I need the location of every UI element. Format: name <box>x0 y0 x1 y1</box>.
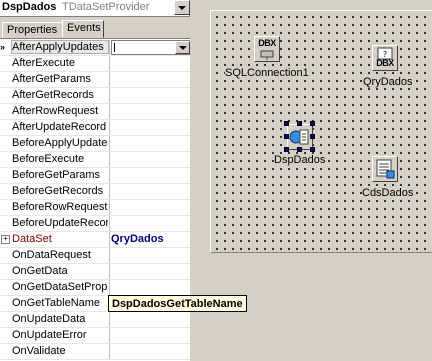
event-name: BeforeExecute <box>12 153 85 165</box>
expand-plus-icon[interactable]: + <box>1 235 10 244</box>
component-name: DspDados <box>2 1 57 13</box>
tab-events[interactable]: Events <box>62 20 104 38</box>
column-divider <box>109 120 110 135</box>
event-name: AfterGetParams <box>12 73 91 85</box>
event-name: AfterApplyUpdates <box>11 40 109 54</box>
event-row[interactable]: OnDataRequest <box>0 248 198 264</box>
form-designer[interactable]: DBX SQLConnection1 ? DBX QryDados DspDad… <box>210 10 432 253</box>
event-row[interactable]: OnUpdateError <box>0 328 198 344</box>
dbx-connection-icon[interactable]: DBX <box>254 36 280 62</box>
event-name: BeforeUpdateRecord <box>12 217 108 229</box>
dataset-grid-icon <box>376 159 395 179</box>
db-cable-icon <box>260 50 274 60</box>
event-name: OnGetData <box>12 265 68 277</box>
column-divider <box>109 280 110 295</box>
selection-handle[interactable] <box>284 134 289 139</box>
event-row[interactable]: OnValidate <box>0 344 198 360</box>
dbx-badge: DBX <box>376 58 394 68</box>
chevron-down-icon <box>178 45 187 50</box>
event-name: AfterRowRequest <box>12 105 99 117</box>
component-type: TDataSetProvider <box>62 1 150 13</box>
selection-handle[interactable] <box>310 147 315 152</box>
client-dataset-icon[interactable] <box>372 156 398 182</box>
provider-glyph-icon <box>289 129 309 145</box>
tab-properties[interactable]: Properties <box>2 22 63 38</box>
event-name: OnUpdateData <box>12 313 86 325</box>
event-name: AfterGetRecords <box>12 89 94 101</box>
event-row[interactable]: BeforeExecute <box>0 152 198 168</box>
event-name: OnGetTableName <box>12 297 101 309</box>
column-divider <box>109 344 110 359</box>
event-name: OnDataRequest <box>12 249 91 261</box>
column-divider <box>109 248 110 263</box>
current-row-arrow-icon: » <box>0 42 6 52</box>
event-row[interactable]: BeforeApplyUpdates <box>0 136 198 152</box>
selection-handle[interactable] <box>284 121 289 126</box>
component-label: QryDados <box>363 76 413 88</box>
event-row[interactable]: AfterUpdateRecord <box>0 120 198 136</box>
event-row[interactable]: OnUpdateData <box>0 312 198 328</box>
selection-handle[interactable] <box>297 147 302 152</box>
column-divider <box>109 200 110 215</box>
component-label: DspDados <box>274 154 326 166</box>
inspector-tabs: Properties Events <box>0 20 198 38</box>
column-divider <box>109 72 110 87</box>
chevron-down-icon <box>178 5 186 10</box>
column-divider <box>109 264 110 279</box>
column-divider <box>109 232 110 247</box>
property-row-dataset[interactable]: + DataSet QryDados <box>0 232 198 248</box>
column-divider <box>109 184 110 199</box>
event-name: OnValidate <box>12 345 66 357</box>
tooltip: DspDadosGetTableName <box>108 295 247 312</box>
component-label: SQLConnection1 <box>225 67 309 79</box>
dbx-query-icon[interactable]: ? DBX <box>372 45 398 71</box>
event-row[interactable]: BeforeRowRequest <box>0 200 198 216</box>
selection-handle[interactable] <box>297 121 302 126</box>
event-row[interactable]: BeforeGetParams <box>0 168 198 184</box>
component-selector[interactable]: DspDados TDataSetProvider <box>0 0 190 17</box>
column-divider <box>109 56 110 71</box>
column-divider <box>109 168 110 183</box>
event-row[interactable]: AfterGetRecords <box>0 88 198 104</box>
event-name: AfterExecute <box>12 57 75 69</box>
event-name: BeforeGetParams <box>12 169 101 181</box>
event-handler-dropdown-button[interactable] <box>175 41 190 54</box>
tab-events-label: Events <box>67 22 101 34</box>
column-divider <box>109 216 110 231</box>
event-name: OnGetDataSetProperties <box>12 281 108 293</box>
event-row[interactable]: BeforeGetRecords <box>0 184 198 200</box>
event-row-after-apply-updates[interactable]: » AfterApplyUpdates <box>0 40 198 56</box>
component-label: CdsDados <box>362 187 414 199</box>
event-name: BeforeRowRequest <box>12 201 108 213</box>
event-name: BeforeGetRecords <box>12 185 104 197</box>
property-name: DataSet <box>12 233 52 245</box>
event-row[interactable]: AfterRowRequest <box>0 104 198 120</box>
event-row[interactable]: AfterExecute <box>0 56 198 72</box>
events-grid: » AfterApplyUpdates AfterExecute AfterGe… <box>0 38 198 361</box>
event-row[interactable]: BeforeUpdateRecord <box>0 216 198 232</box>
column-divider <box>109 152 110 167</box>
event-row[interactable]: OnGetDataSetProperties <box>0 280 198 296</box>
event-row[interactable]: OnGetData <box>0 264 198 280</box>
column-divider <box>109 40 110 55</box>
column-divider <box>109 328 110 343</box>
event-name: OnUpdateError <box>12 329 87 341</box>
property-value[interactable]: QryDados <box>111 233 164 245</box>
selection-handle[interactable] <box>310 134 315 139</box>
event-name: BeforeApplyUpdates <box>12 137 108 149</box>
event-row[interactable]: AfterGetParams <box>0 72 198 88</box>
tab-properties-label: Properties <box>7 24 58 36</box>
grid-scrollbar[interactable] <box>190 38 198 361</box>
component-dropdown-button[interactable] <box>174 0 190 15</box>
column-divider <box>109 104 110 119</box>
column-divider <box>109 88 110 103</box>
selection-handle[interactable] <box>284 147 289 152</box>
event-name: AfterUpdateRecord <box>12 121 107 133</box>
column-divider <box>109 136 110 151</box>
column-divider <box>109 312 110 327</box>
selection-handle[interactable] <box>310 121 315 126</box>
text-caret <box>114 43 115 52</box>
object-inspector: DspDados TDataSetProvider Properties Eve… <box>0 0 247 361</box>
